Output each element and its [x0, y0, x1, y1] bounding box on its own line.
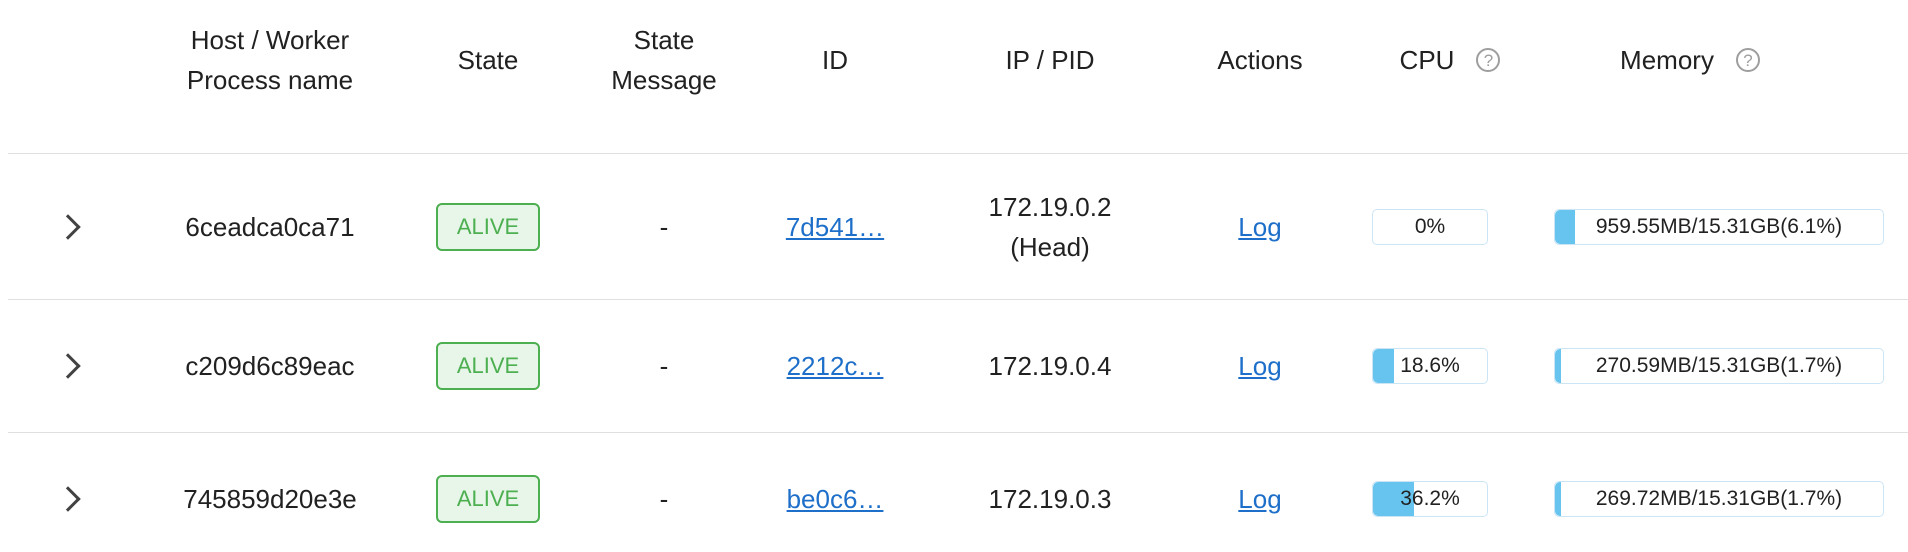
memory-usage-label: 269.72MB/15.31GB(1.7%)	[1595, 487, 1843, 510]
memory-usage-fill	[1555, 482, 1561, 516]
cpu-usage-label: 0%	[1414, 214, 1446, 238]
node-id-link[interactable]: 7d541…	[786, 207, 884, 247]
host-name: c209d6c89eac	[185, 351, 355, 381]
chevron-right-icon	[55, 353, 81, 379]
log-link[interactable]: Log	[1238, 207, 1281, 247]
column-header-actions: Actions	[1217, 45, 1303, 75]
status-badge: ALIVE	[436, 475, 540, 523]
column-header-memory: Memory ?	[1560, 0, 1820, 120]
expand-row-button[interactable]	[40, 300, 104, 432]
column-header-ip-pid: IP / PID	[1005, 45, 1095, 75]
table-header: Host / Worker Process name State State M…	[0, 0, 1908, 154]
cluster-node-table: Host / Worker Process name State State M…	[0, 0, 1908, 552]
ip-address: 172.19.0.2	[988, 191, 1112, 222]
memory-usage-label: 959.55MB/15.31GB(6.1%)	[1595, 214, 1843, 238]
memory-help-icon[interactable]: ?	[1735, 48, 1760, 72]
expand-row-button[interactable]	[40, 433, 104, 552]
ip-address: 172.19.0.4	[988, 351, 1112, 381]
state-message: -	[659, 211, 669, 242]
table-row: 6ceadca0ca71 ALIVE - 7d541… 172.19.0.2 (…	[0, 154, 1908, 299]
log-link[interactable]: Log	[1238, 346, 1281, 386]
memory-usage-label: 270.59MB/15.31GB(1.7%)	[1595, 354, 1843, 377]
state-message: -	[659, 351, 669, 381]
host-name: 6ceadca0ca71	[185, 211, 355, 242]
memory-usage-fill	[1555, 349, 1561, 383]
cpu-usage-bar: 0%	[1372, 208, 1488, 245]
table-row: 745859d20e3e ALIVE - be0c6… 172.19.0.3 L…	[0, 433, 1908, 552]
cpu-help-icon[interactable]: ?	[1476, 48, 1501, 72]
node-id-link[interactable]: 2212c…	[787, 346, 884, 386]
column-header-host: Host / Worker Process name	[186, 25, 354, 95]
column-header-state-message: State Message	[611, 25, 717, 95]
log-link[interactable]: Log	[1238, 479, 1281, 519]
memory-usage-bar: 269.72MB/15.31GB(1.7%)	[1554, 481, 1884, 517]
cpu-usage-bar: 18.6%	[1372, 348, 1488, 384]
cpu-usage-bar: 36.2%	[1372, 481, 1488, 517]
expand-row-button[interactable]	[40, 154, 104, 299]
head-label: (Head)	[1010, 231, 1090, 262]
status-badge: ALIVE	[436, 342, 540, 390]
cpu-usage-fill	[1373, 349, 1395, 383]
column-header-cpu: CPU ?	[1360, 0, 1540, 120]
status-badge: ALIVE	[436, 202, 540, 251]
memory-usage-fill	[1555, 209, 1575, 244]
column-header-state: State	[457, 45, 519, 75]
chevron-right-icon	[55, 213, 81, 240]
column-header-id: ID	[822, 45, 848, 75]
host-name: 745859d20e3e	[183, 484, 357, 514]
memory-usage-bar: 270.59MB/15.31GB(1.7%)	[1554, 348, 1884, 384]
table-row: c209d6c89eac ALIVE - 2212c… 172.19.0.4 L…	[0, 300, 1908, 432]
cpu-usage-label: 36.2%	[1400, 487, 1460, 510]
ip-address: 172.19.0.3	[988, 484, 1112, 514]
chevron-right-icon	[55, 486, 81, 512]
node-id-link[interactable]: be0c6…	[787, 479, 884, 519]
memory-usage-bar: 959.55MB/15.31GB(6.1%)	[1554, 208, 1884, 245]
state-message: -	[659, 484, 669, 514]
cpu-usage-label: 18.6%	[1400, 354, 1460, 377]
